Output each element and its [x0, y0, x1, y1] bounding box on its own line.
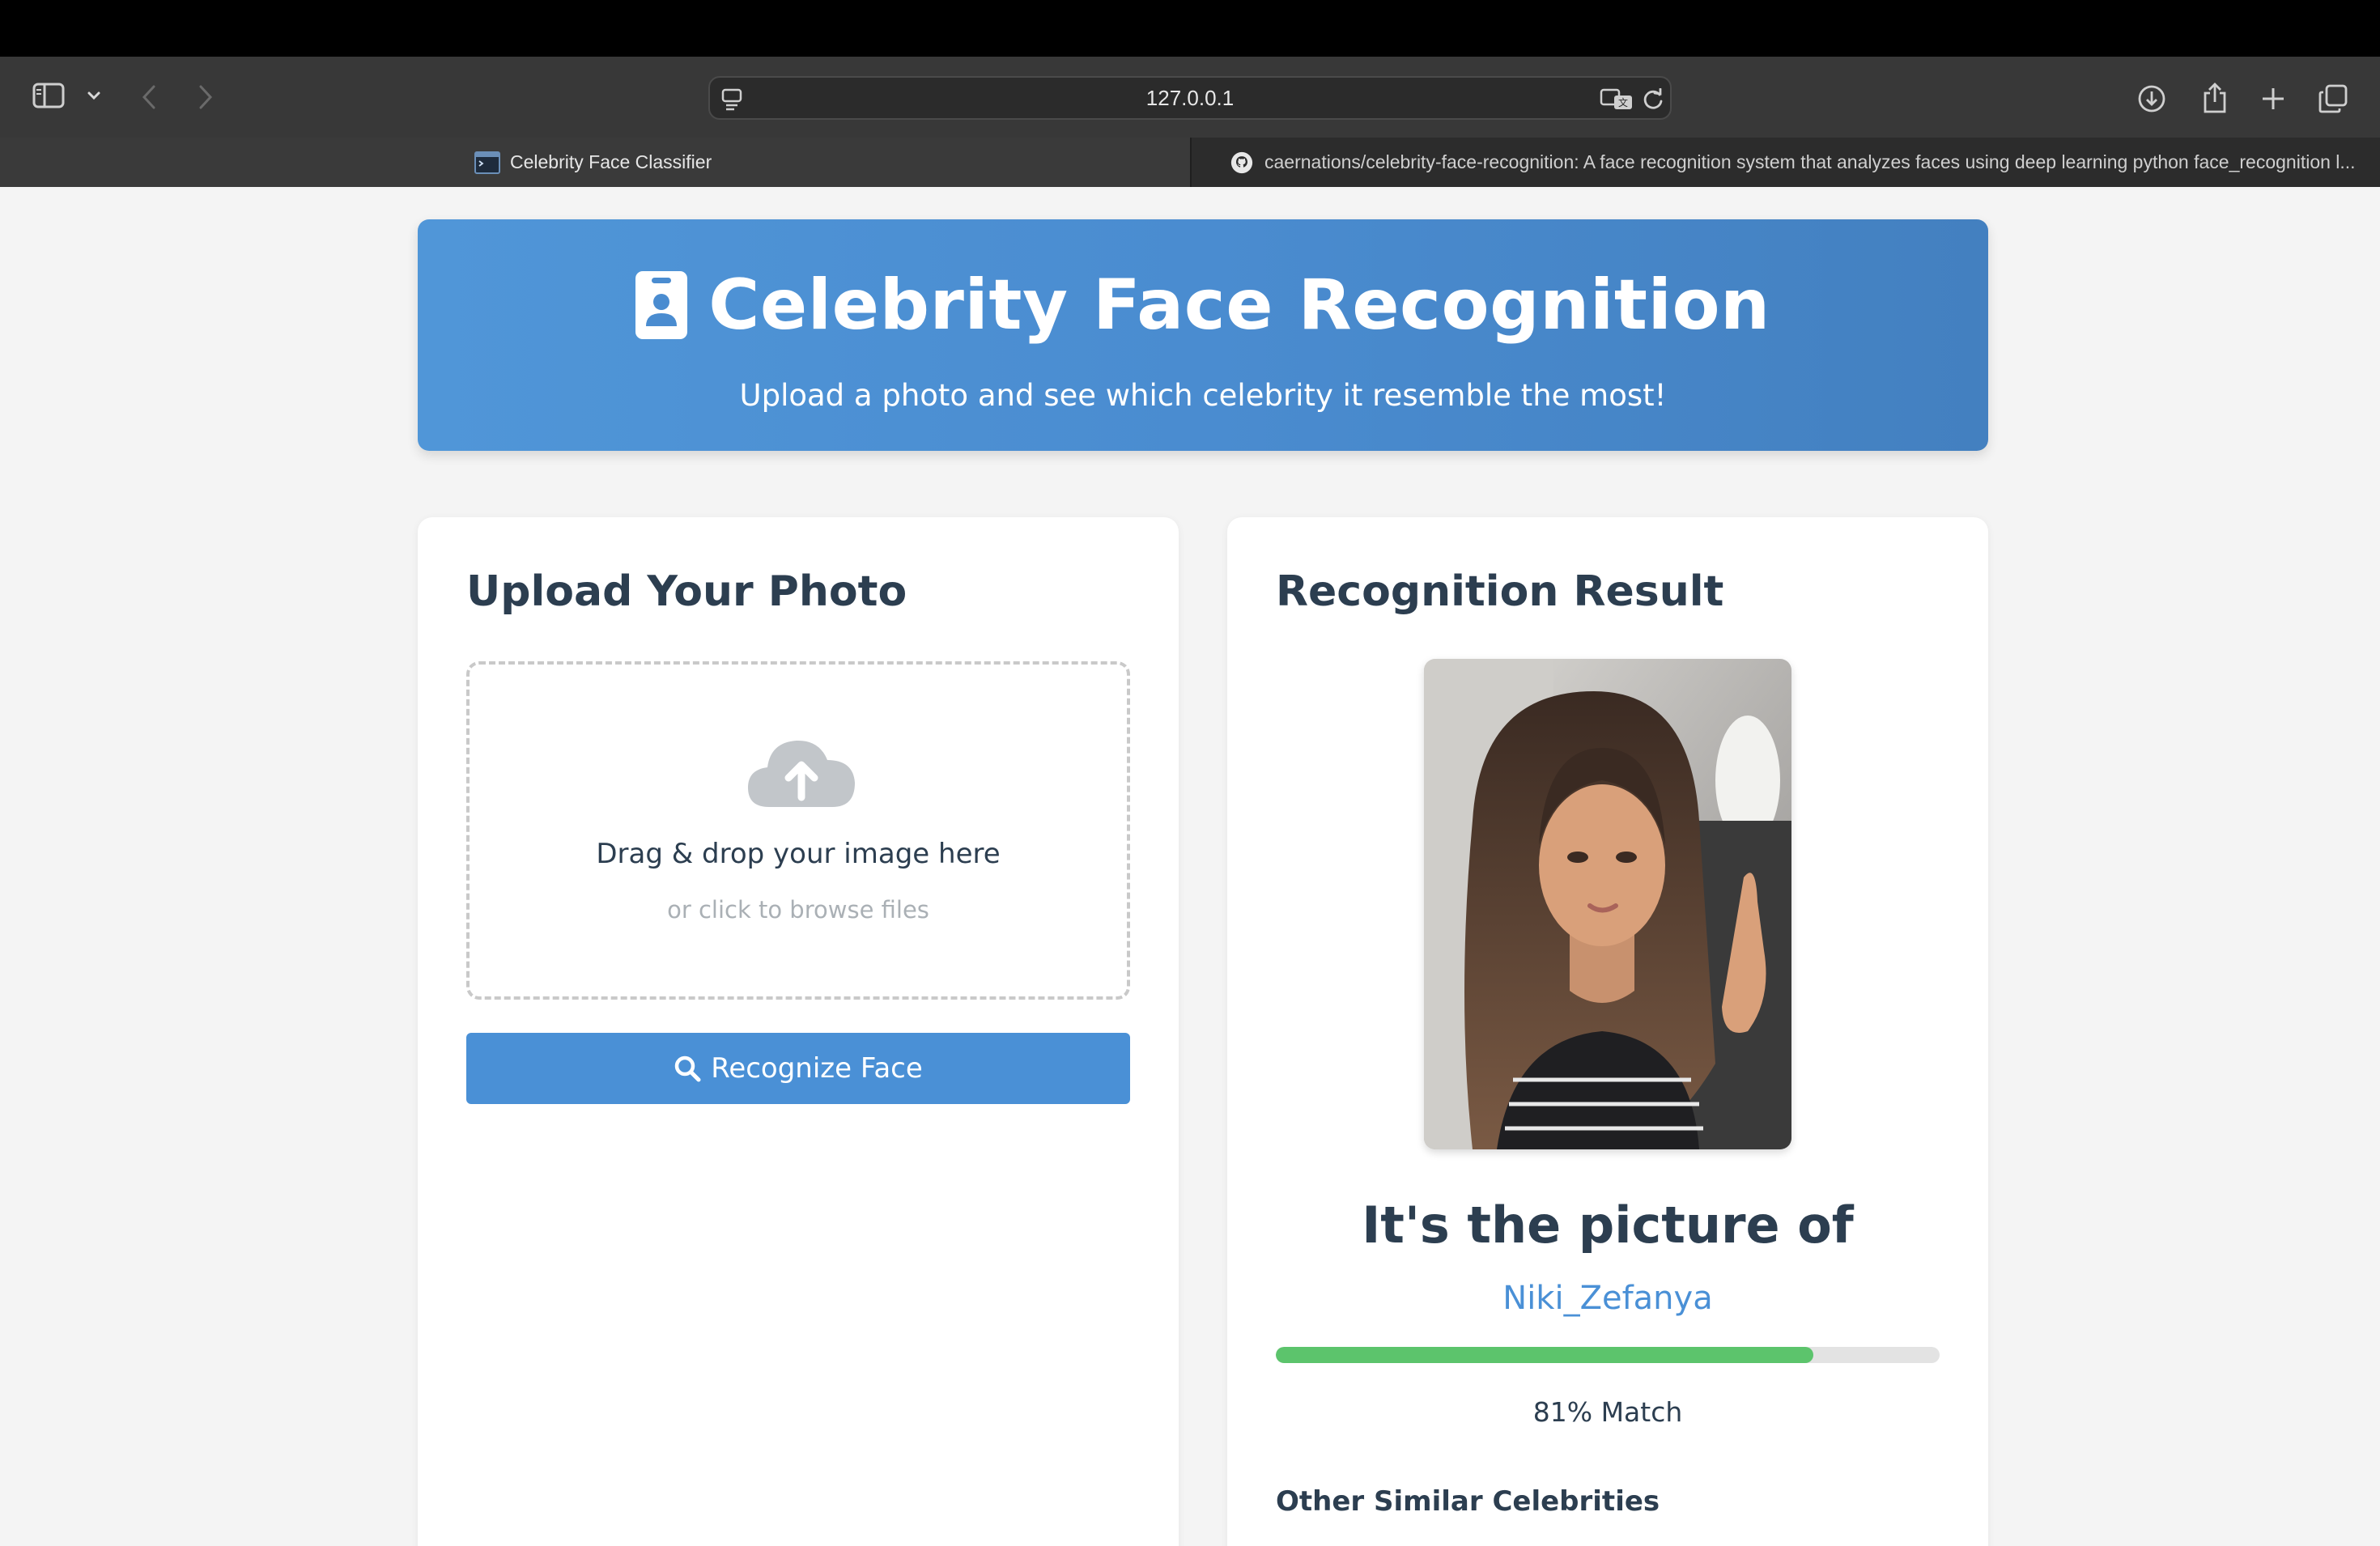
translate-icon[interactable]: 文 — [1599, 87, 1634, 112]
tab-overview-icon[interactable] — [2317, 83, 2349, 115]
page-content: Celebrity Face Recognition Upload a phot… — [0, 187, 2380, 1546]
match-progress-bar — [1276, 1347, 1940, 1363]
recognize-face-label: Recognize Face — [711, 1052, 923, 1085]
top-bezel — [0, 0, 2380, 57]
forward-icon[interactable] — [191, 81, 220, 113]
url-text: 127.0.0.1 — [1145, 85, 1235, 110]
result-heading: It's the picture of — [1362, 1196, 1854, 1255]
terminal-icon — [474, 151, 500, 174]
reload-icon[interactable] — [1641, 87, 1665, 112]
result-title: Recognition Result — [1276, 567, 1724, 616]
sidebar-toggle-icon[interactable] — [31, 81, 66, 110]
tab-bar: Celebrity Face Classifier caernations/ce… — [0, 138, 2380, 187]
svg-text:文: 文 — [1618, 96, 1628, 108]
back-icon[interactable] — [134, 81, 164, 113]
similar-celebrities-heading: Other Similar Celebrities — [1276, 1485, 1660, 1518]
download-icon[interactable] — [2136, 83, 2168, 115]
match-percentage: 81% Match — [1532, 1396, 1683, 1428]
address-bar[interactable]: 127.0.0.1 文 — [708, 76, 1672, 120]
recognize-face-button[interactable]: Recognize Face — [466, 1033, 1130, 1104]
new-tab-icon[interactable] — [2257, 83, 2289, 115]
github-icon — [1230, 151, 1253, 173]
search-icon — [674, 1055, 701, 1082]
chevron-down-icon[interactable] — [84, 86, 104, 105]
page-subtitle: Upload a photo and see which celebrity i… — [739, 378, 1667, 413]
hero-banner: Celebrity Face Recognition Upload a phot… — [418, 219, 1988, 451]
upload-card: Upload Your Photo Drag & drop your image… — [418, 517, 1179, 1546]
share-icon[interactable] — [2199, 81, 2231, 115]
tab-label: caernations/celebrity-face-recognition: … — [1264, 151, 2356, 172]
result-card: Recognition Result It's the picture of N… — [1227, 517, 1988, 1546]
cloud-upload-icon — [748, 740, 855, 807]
page-title-text: Celebrity Face Recognition — [708, 265, 1770, 346]
browse-files-text[interactable]: or click to browse files — [470, 896, 1127, 924]
match-progress-fill — [1276, 1347, 1814, 1363]
tab-celebrity-face-classifier[interactable]: Celebrity Face Classifier — [0, 138, 1190, 187]
image-dropzone[interactable]: Drag & drop your image here or click to … — [466, 661, 1130, 1000]
browser-toolbar: 127.0.0.1 文 — [0, 57, 2380, 138]
result-photo — [1424, 659, 1791, 1149]
celebrity-name: Niki_Zefanya — [1502, 1280, 1713, 1317]
tab-github-repo[interactable]: caernations/celebrity-face-recognition: … — [1190, 138, 2380, 187]
id-badge-icon — [635, 271, 688, 339]
page-title: Celebrity Face Recognition — [418, 265, 1988, 346]
dropzone-text: Drag & drop your image here — [596, 838, 1001, 870]
upload-title: Upload Your Photo — [466, 567, 907, 616]
tab-label: Celebrity Face Classifier — [510, 151, 712, 172]
